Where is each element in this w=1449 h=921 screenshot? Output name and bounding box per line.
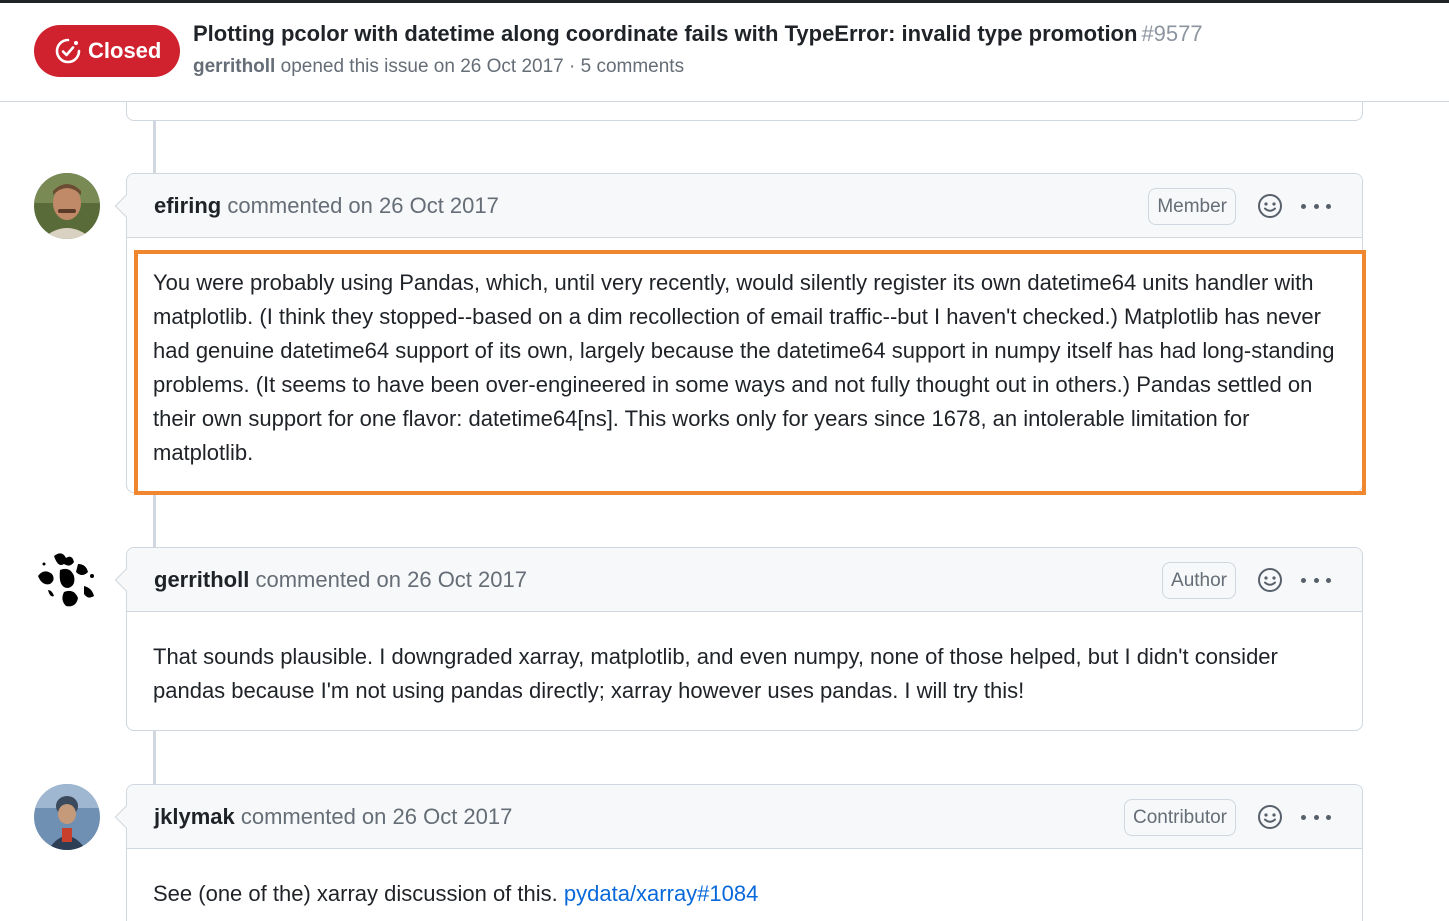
comment-jklymak: jklymak commented on 26 Oct 2017 Contrib… bbox=[114, 784, 1363, 921]
comment-header-text: gerritholl commented on 26 Oct 2017 bbox=[154, 567, 527, 593]
comment-body-text: See (one of the) xarray discussion of th… bbox=[153, 881, 558, 906]
issue-header: Closed Plotting pcolor with datetime alo… bbox=[0, 0, 1449, 102]
comment-timestamp[interactable]: commented on 26 Oct 2017 bbox=[255, 567, 527, 592]
comment-body: You were probably using Pandas, which, u… bbox=[153, 270, 1335, 465]
comment-author-link[interactable]: efiring bbox=[154, 193, 221, 218]
comment-header-text: efiring commented on 26 Oct 2017 bbox=[154, 193, 499, 219]
role-badge: Member bbox=[1148, 188, 1236, 225]
comment-body: That sounds plausible. I downgraded xarr… bbox=[153, 644, 1278, 703]
comment-header-text: jklymak commented on 26 Oct 2017 bbox=[154, 804, 512, 830]
more-options-icon[interactable] bbox=[1301, 192, 1331, 220]
issue-title-text: Plotting pcolor with datetime along coor… bbox=[193, 21, 1138, 46]
issue-state-badge: Closed bbox=[34, 25, 180, 77]
comment-header: efiring commented on 26 Oct 2017 Member bbox=[114, 174, 1362, 238]
avatar-efiring[interactable] bbox=[34, 173, 100, 239]
avatar-gerritholl[interactable] bbox=[34, 546, 100, 612]
comment-author-link[interactable]: gerritholl bbox=[154, 567, 249, 592]
role-badge: Author bbox=[1162, 562, 1236, 599]
comment-arrow bbox=[114, 194, 138, 218]
add-reaction-icon[interactable] bbox=[1257, 567, 1283, 593]
issue-number: #9577 bbox=[1141, 21, 1203, 46]
comment-efiring: efiring commented on 26 Oct 2017 Member … bbox=[114, 173, 1363, 493]
role-badge: Contributor bbox=[1124, 799, 1236, 836]
more-options-icon[interactable] bbox=[1301, 803, 1331, 831]
issue-closed-icon bbox=[55, 38, 81, 64]
comment-header: gerritholl commented on 26 Oct 2017 Auth… bbox=[114, 548, 1362, 612]
comment-timestamp[interactable]: commented on 26 Oct 2017 bbox=[227, 193, 499, 218]
issue-title: Plotting pcolor with datetime along coor… bbox=[193, 21, 1203, 47]
issue-state-label: Closed bbox=[88, 38, 162, 63]
avatar-gerritholl-image bbox=[34, 546, 100, 612]
comment-arrow bbox=[114, 805, 138, 829]
comment-header: jklymak commented on 26 Oct 2017 Contrib… bbox=[114, 785, 1362, 849]
avatar-jklymak[interactable] bbox=[34, 784, 100, 850]
issue-author-link[interactable]: gerritholl bbox=[193, 56, 275, 77]
comment-timestamp[interactable]: commented on 26 Oct 2017 bbox=[241, 804, 513, 829]
add-reaction-icon[interactable] bbox=[1257, 193, 1283, 219]
avatar-jklymak-image bbox=[34, 784, 100, 850]
comment-arrow bbox=[114, 568, 138, 592]
issue-meta: gerritholl opened this issue on 26 Oct 2… bbox=[193, 56, 684, 78]
comment-body: See (one of the) xarray discussion of th… bbox=[127, 849, 1362, 911]
comment-gerritholl: gerritholl commented on 26 Oct 2017 Auth… bbox=[114, 547, 1363, 731]
issue-meta-text: opened this issue on 26 Oct 2017 · 5 com… bbox=[280, 56, 685, 77]
issue-link[interactable]: pydata/xarray#1084 bbox=[564, 881, 758, 906]
avatar-efiring-image bbox=[34, 173, 100, 239]
add-reaction-icon[interactable] bbox=[1257, 804, 1283, 830]
more-options-icon[interactable] bbox=[1301, 566, 1331, 594]
comment-author-link[interactable]: jklymak bbox=[154, 804, 235, 829]
